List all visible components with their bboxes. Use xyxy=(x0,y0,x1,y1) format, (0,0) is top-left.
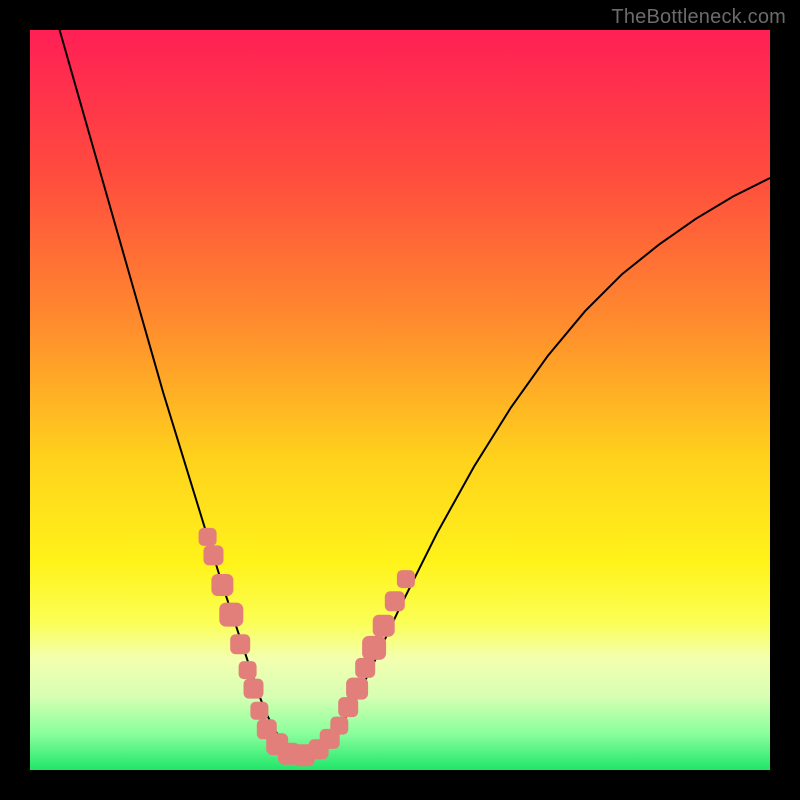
data-marker xyxy=(373,615,395,637)
chart-background xyxy=(30,30,770,770)
data-marker xyxy=(230,634,250,654)
chart-frame: TheBottleneck.com xyxy=(0,0,800,800)
data-marker xyxy=(397,570,415,588)
data-marker xyxy=(355,658,375,678)
data-marker xyxy=(199,528,217,546)
data-marker xyxy=(338,697,358,717)
data-marker xyxy=(330,717,348,735)
data-marker xyxy=(244,679,264,699)
watermark-text: TheBottleneck.com xyxy=(611,6,786,29)
data-marker xyxy=(385,591,405,611)
data-marker xyxy=(219,603,243,627)
data-marker xyxy=(362,636,386,660)
bottleneck-chart xyxy=(30,30,770,770)
data-marker xyxy=(211,574,233,596)
data-marker xyxy=(239,661,257,679)
data-marker xyxy=(250,702,268,720)
data-marker xyxy=(204,545,224,565)
data-marker xyxy=(346,678,368,700)
